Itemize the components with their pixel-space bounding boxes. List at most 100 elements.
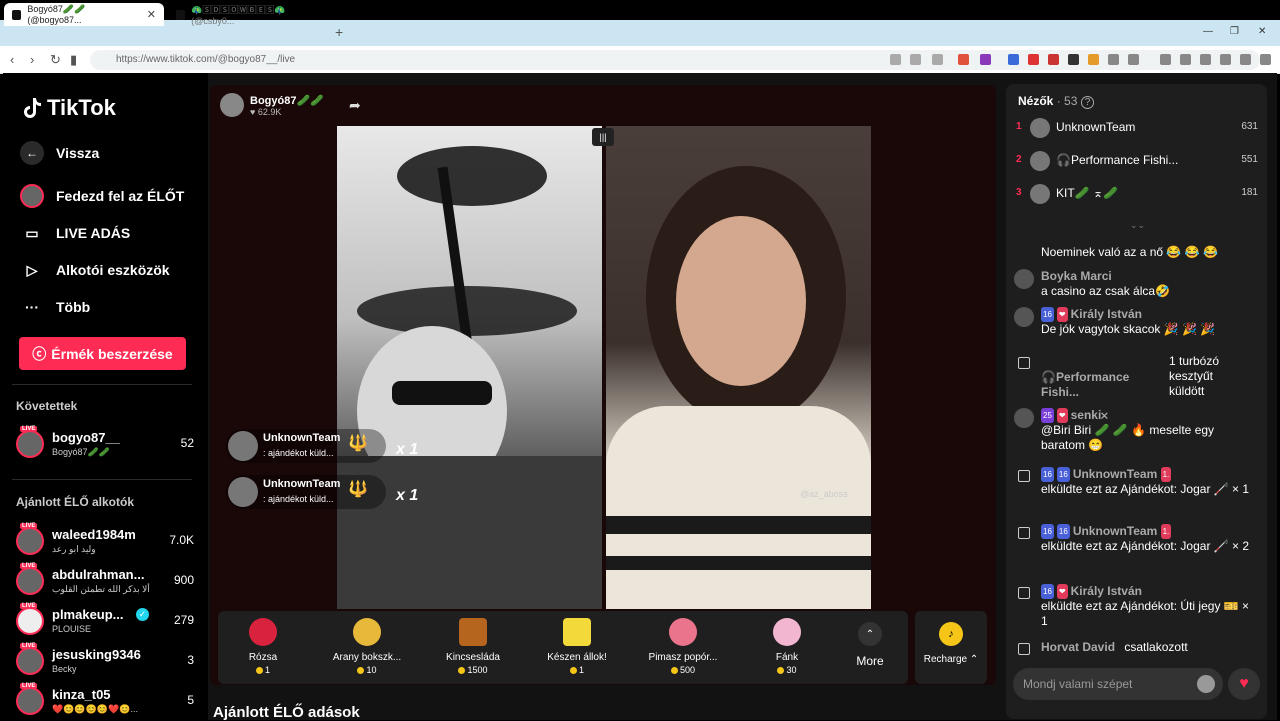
live-badge: LIVE	[20, 426, 38, 432]
avatar	[16, 607, 44, 635]
coin-icon	[357, 666, 365, 674]
tiktok-logo[interactable]: TikTok	[23, 95, 116, 121]
share-icon[interactable]	[932, 54, 943, 65]
ellipsis-icon: ···	[25, 299, 39, 315]
chat-input[interactable]: Mondj valami szépet	[1013, 668, 1223, 700]
tiktok-favicon	[12, 9, 22, 20]
gift-popup: UnknownTeam : ajándékot küld... 🔱	[226, 475, 386, 509]
avatar	[16, 567, 44, 595]
extension-icon[interactable]	[1088, 54, 1099, 65]
chat-message: 16 ❤ Király István elküldte ezt az Ajándék…	[1014, 584, 1254, 629]
close-window-button[interactable]: ✕	[1258, 26, 1266, 37]
live-badge: LIVE	[20, 643, 38, 649]
coin-icon: ⓒ	[32, 345, 47, 362]
expand-chevron-icon[interactable]: ⌄⌄	[1130, 220, 1145, 231]
buy-coins-button[interactable]: ⓒ Érmék beszerzése	[19, 337, 186, 370]
rewards-icon[interactable]	[980, 54, 991, 65]
level-badge: 16	[1056, 524, 1070, 539]
zoom-icon[interactable]	[910, 54, 921, 65]
puzzle-icon[interactable]	[1108, 54, 1119, 65]
coin-icon	[670, 666, 678, 674]
brave-shield-icon[interactable]	[958, 54, 969, 65]
avatar	[228, 477, 258, 507]
extension-icon[interactable]	[890, 54, 901, 65]
divider	[12, 479, 192, 480]
emoji-icon[interactable]	[1197, 675, 1215, 693]
avatar	[1014, 269, 1034, 289]
avatar	[1030, 118, 1050, 138]
video-feed-left[interactable]	[337, 126, 602, 609]
gift-item[interactable]: Kincsesláda 1500	[423, 618, 523, 675]
minimize-button[interactable]: —	[1203, 26, 1213, 37]
like-heart-button[interactable]: ♥	[1228, 668, 1260, 700]
fan-badge: ❤	[1056, 584, 1068, 599]
sidebar-item-creator-tools[interactable]: ▷ Alkotói eszközök	[20, 258, 170, 282]
maximize-button[interactable]: ❐	[1230, 26, 1239, 37]
sidebar-item-more[interactable]: ··· Több	[20, 295, 90, 319]
gift-item[interactable]: Pimasz popór... 500	[633, 618, 733, 675]
gift-item[interactable]: Rózsa 1	[213, 618, 313, 675]
following-item[interactable]: LIVE bogyo87__ Bogyó87🥒🥒 52	[16, 426, 194, 464]
extension-icon[interactable]	[1128, 54, 1139, 65]
host-info[interactable]: Bogyó87🥒🥒 ♥ 62.9K	[220, 93, 324, 117]
tab-tiktok-bogyo[interactable]: Bogyó87🥒🥒 (@bogyo87... ✕	[4, 3, 164, 26]
avatar	[1030, 151, 1050, 171]
extension-icon[interactable]	[1068, 54, 1079, 65]
sidebar-item-explore-live[interactable]: Fedezd fel az ÉLŐT	[20, 184, 184, 208]
heart-icon: ♥	[250, 106, 256, 117]
menu-icon[interactable]	[1260, 54, 1271, 65]
suggested-creator[interactable]: LIVE abdulrahman... ألا بذكر الله تطمئن …	[16, 563, 194, 601]
top-viewer[interactable]: 2 🎧Performance Fishi... 551	[1016, 150, 1258, 172]
live-badge: LIVE	[20, 523, 38, 529]
translate-icon[interactable]	[1008, 54, 1019, 65]
suggested-creator[interactable]: LIVE jesusking9346 Becky 3	[16, 643, 194, 681]
back-button[interactable]: ← Vissza	[20, 141, 99, 165]
split-divider	[602, 126, 606, 609]
coin-icon	[255, 666, 263, 674]
share-icon[interactable]: ➦	[349, 97, 361, 114]
sidebar-icon[interactable]	[1180, 54, 1191, 65]
extension-icon[interactable]	[1028, 54, 1039, 65]
gift-item[interactable]: Arany bokszk... 10	[317, 618, 417, 675]
chat-message: 🎧Performance Fishi... 1 turbózó kesztyűt…	[1014, 354, 1254, 400]
sidebar-item-live-studio[interactable]: ▭ LIVE ADÁS	[20, 221, 130, 245]
extension-icon[interactable]	[1048, 54, 1059, 65]
more-gifts-button[interactable]: ⌃ More	[852, 622, 888, 668]
boxing-glove-icon	[353, 618, 381, 646]
top-viewer[interactable]: 3 KIT🥒 ⌅🥒 181	[1016, 183, 1258, 205]
video-feed-right[interactable]	[606, 126, 871, 609]
new-tab-button[interactable]: +	[335, 24, 343, 40]
suggested-creator[interactable]: LIVE kinza_t05 ❤️😊😊😊😊❤️😊... 5	[16, 683, 194, 721]
level-badge: 16	[1041, 467, 1054, 482]
gift-item[interactable]: Fánk 30	[737, 618, 837, 675]
media-icon[interactable]	[1160, 54, 1171, 65]
avatar	[1014, 408, 1034, 428]
sponge-icon	[563, 618, 591, 646]
chat-message: Horvat David csatlakozott	[1014, 640, 1254, 655]
avatar	[228, 431, 258, 461]
gift-item[interactable]: Készen állok! 1	[527, 618, 627, 675]
avatar	[16, 527, 44, 555]
top-viewer[interactable]: 1 UnknownTeam 631	[1016, 117, 1258, 139]
video-camera-icon: ▭	[25, 224, 39, 241]
vpn-icon[interactable]	[1240, 54, 1251, 65]
reload-icon[interactable]: ↻	[50, 52, 61, 68]
recharge-button[interactable]: ♪ Recharge ⌃	[915, 611, 987, 684]
chat-message: 16 16 UnknownTeam 1. elküldte ezt az Ajánd…	[1014, 467, 1254, 497]
avatar	[16, 430, 44, 458]
back-arrow-icon[interactable]: ‹	[10, 52, 14, 67]
forward-arrow-icon[interactable]: ›	[30, 52, 34, 67]
suggested-creator[interactable]: LIVE plmakeup... ✓ PLOUISE 279	[16, 603, 194, 641]
info-icon[interactable]: ?	[1080, 96, 1095, 109]
wallet-icon[interactable]	[1200, 54, 1211, 65]
sweater	[606, 406, 871, 609]
close-tab-icon[interactable]: ✕	[147, 8, 156, 21]
tab-second[interactable]: 🦚🅂🄳🅂🄾🅆🄱🄴🅂🦚 (@csby0...	[168, 3, 328, 26]
tiktok-favicon	[176, 9, 186, 20]
fan-badge: ❤	[1056, 307, 1068, 322]
suggested-creator[interactable]: LIVE waleed1984m وليد ابو رعد 7.0K	[16, 523, 194, 561]
bookmark-icon[interactable]: ▮	[70, 52, 77, 68]
gift-multiplier: x 1	[396, 441, 419, 458]
rose-icon	[249, 618, 277, 646]
leo-icon[interactable]	[1220, 54, 1231, 65]
